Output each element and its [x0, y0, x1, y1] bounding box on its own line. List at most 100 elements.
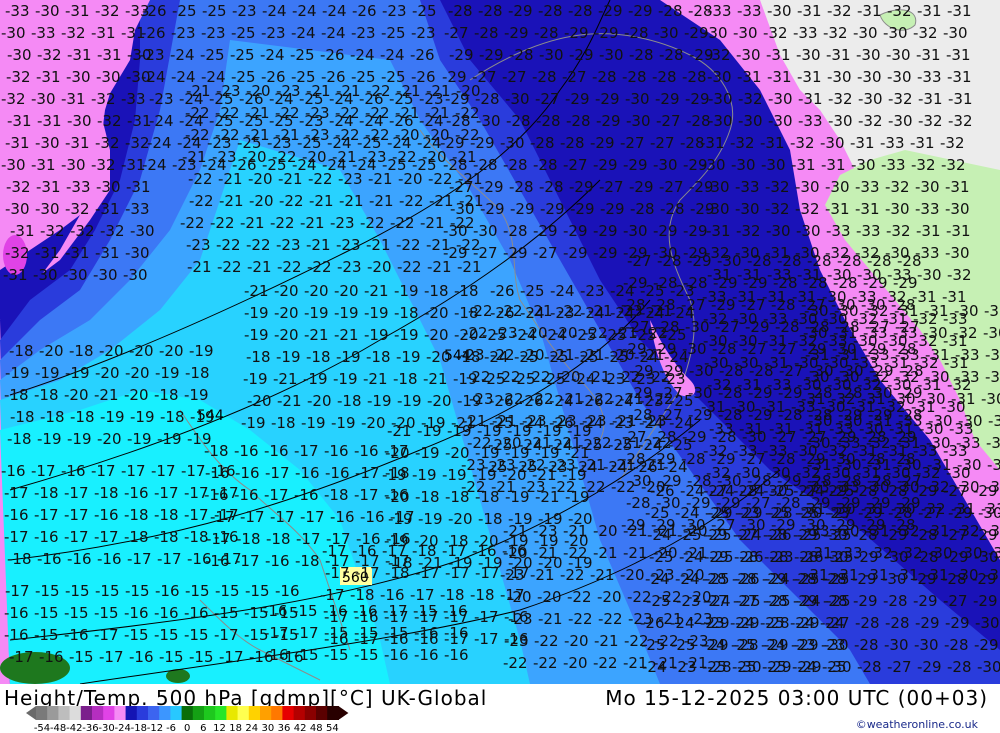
- legend-swatch: [114, 706, 127, 720]
- temperature-value: -24: [680, 482, 705, 500]
- legend-swatch: [271, 706, 283, 720]
- temperature-value: -28: [853, 482, 878, 500]
- temperature-value: -20: [422, 148, 447, 166]
- temperature-value: -17: [127, 550, 152, 568]
- temperature-value: -30: [738, 112, 763, 130]
- temperature-value: -22: [616, 368, 641, 386]
- temperature-value: -17: [99, 648, 124, 666]
- temperature-value: -16: [39, 648, 64, 666]
- temperature-value: -21: [219, 192, 244, 210]
- temperature-value: -18: [478, 510, 503, 528]
- temperature-value: -20: [445, 444, 470, 462]
- legend-swatch: [125, 706, 138, 720]
- temperature-value: -30: [63, 266, 88, 284]
- temperature-value: -17: [442, 542, 467, 560]
- temperature-value: -28: [530, 134, 555, 152]
- temperature-value: -18: [295, 552, 320, 570]
- temperature-value: -23: [212, 148, 237, 166]
- temperature-value: -20: [39, 342, 64, 360]
- temperature-value: -21: [683, 654, 708, 672]
- temperature-value: -17: [214, 626, 239, 644]
- temperature-value: -25: [290, 46, 315, 64]
- temperature-value: -29: [594, 24, 619, 42]
- temperature-value: -21: [648, 302, 673, 320]
- temperature-value: -20: [304, 282, 329, 300]
- temperature-value: -30: [125, 244, 150, 262]
- temperature-value: -15: [95, 582, 120, 600]
- temperature-value: -26: [767, 526, 792, 544]
- temperature-value: -31: [766, 46, 791, 64]
- temperature-value: -30: [742, 428, 767, 446]
- temperature-value: -30: [653, 156, 678, 174]
- temperature-value: -18: [184, 528, 209, 546]
- legend-tick-label: -42: [66, 723, 82, 732]
- temperature-value: -22: [335, 104, 360, 122]
- temperature-value: -21: [278, 170, 303, 188]
- temperature-value: -22: [217, 258, 242, 276]
- temperature-value: -21: [538, 610, 563, 628]
- temperature-value: -29: [653, 222, 678, 240]
- temperature-value: -17: [240, 508, 265, 526]
- temperature-value: -20: [159, 342, 184, 360]
- temperature-value: -19: [301, 414, 326, 432]
- temperature-value: -23: [216, 82, 241, 100]
- temperature-value: -32: [95, 134, 120, 152]
- temperature-value: -22: [657, 588, 682, 606]
- legend-tick-label: 54: [326, 723, 339, 732]
- temperature-value: -29: [832, 428, 857, 446]
- temperature-value: -17: [445, 564, 470, 582]
- temperature-value: -31: [97, 46, 122, 64]
- legend-tick-label: -30: [98, 723, 114, 732]
- temperature-value: -29: [854, 548, 879, 566]
- temperature-value: -30: [717, 252, 742, 270]
- temperature-value: -27: [444, 24, 469, 42]
- temperature-value: -20: [556, 368, 581, 386]
- temperature-value: -18: [306, 348, 331, 366]
- temperature-value: -22: [392, 148, 417, 166]
- temperature-value: -21: [559, 390, 584, 408]
- temperature-value: -17: [5, 582, 30, 600]
- temperature-value: -18: [10, 408, 35, 426]
- legend-tick-label: 36: [278, 723, 291, 732]
- temperature-value: -17: [94, 626, 119, 644]
- temperature-value: -15: [124, 626, 149, 644]
- temperature-value: -18: [124, 528, 149, 546]
- temperature-value: -32: [6, 68, 31, 86]
- temperature-value: -24: [663, 458, 688, 476]
- temperature-value: -25: [822, 658, 847, 676]
- temperature-value: -30: [914, 636, 939, 654]
- temperature-value: -16: [124, 604, 149, 622]
- temperature-value: -19: [65, 364, 90, 382]
- temperature-value: -28: [659, 46, 684, 64]
- credit-link[interactable]: ©weatheronline.co.uk: [856, 718, 978, 731]
- temperature-value: -31: [918, 90, 943, 108]
- temperature-value: -19: [397, 392, 422, 410]
- temperature-value: -30: [981, 390, 1000, 408]
- temperature-value: -26: [735, 570, 760, 588]
- temperature-value: -22: [498, 302, 523, 320]
- temperature-value: -20: [520, 346, 545, 364]
- legend-tick-label: 30: [261, 723, 274, 732]
- temperature-value: -27: [599, 178, 624, 196]
- temperature-value: -19: [241, 414, 266, 432]
- temperature-value: -22: [210, 214, 235, 232]
- temperature-value: -22: [558, 302, 583, 320]
- temperature-value: -16: [294, 486, 319, 504]
- temperature-value: -21: [396, 82, 421, 100]
- temperature-value: -21: [186, 82, 211, 100]
- temperature-value: -29: [973, 592, 998, 610]
- temperature-value: -32: [765, 178, 790, 196]
- temperature-value: -20: [523, 324, 548, 342]
- temperature-value: -25: [381, 24, 406, 42]
- temperature-value: -29: [683, 222, 708, 240]
- temperature-value: -28: [718, 406, 743, 424]
- temperature-value: -17: [355, 464, 380, 482]
- temperature-value: -29: [711, 296, 736, 314]
- temperature-value: -15: [324, 646, 349, 664]
- temperature-value: -19: [567, 422, 592, 440]
- legend-swatch: [92, 706, 104, 720]
- temperature-value: -17: [354, 486, 379, 504]
- temperature-value: -22: [568, 610, 593, 628]
- temperature-value: -16: [67, 550, 92, 568]
- temperature-value: -31: [916, 46, 941, 64]
